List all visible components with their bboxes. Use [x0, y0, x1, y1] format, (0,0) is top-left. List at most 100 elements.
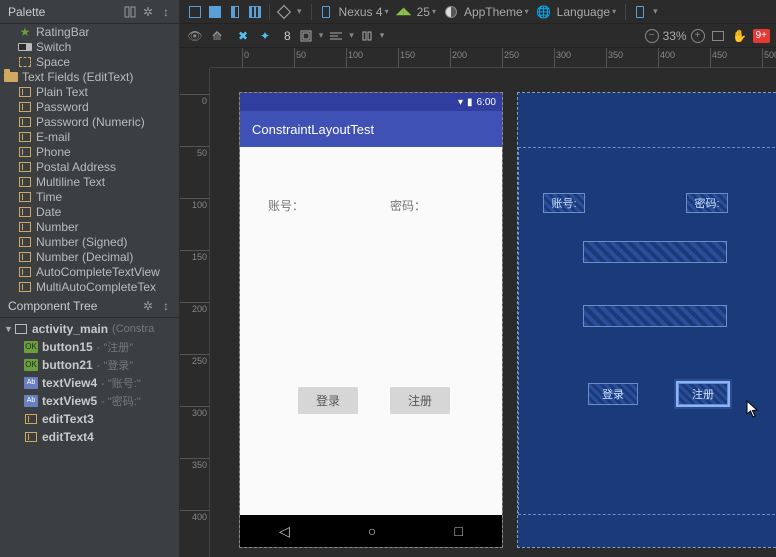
blueprint-surface-icon[interactable] — [206, 3, 224, 21]
edittext-icon — [18, 161, 32, 173]
tree-node-editText3[interactable]: editText3 — [0, 410, 179, 428]
switch-icon — [18, 41, 32, 53]
ok-icon: OK — [24, 341, 38, 353]
device-appbar: ConstraintLayoutTest — [240, 111, 502, 147]
tree-root[interactable]: ▼ activity_main (Constra — [0, 320, 179, 338]
gear-icon[interactable]: ✲ — [141, 299, 155, 313]
palette-item-label: Password — [36, 100, 89, 114]
palette-item-multiautocomplete[interactable]: MultiAutoCompleteTex — [0, 279, 179, 294]
ab-icon: Ab — [24, 395, 38, 407]
both-surface-icon[interactable] — [226, 3, 244, 21]
design-surface-icon[interactable] — [186, 3, 204, 21]
layout-icon — [14, 323, 28, 335]
bp-label-password[interactable]: 密码: — [686, 193, 728, 213]
zoom-out-icon[interactable]: − — [645, 29, 659, 43]
device-body[interactable]: 账号： 密码： 登录 注册 — [240, 147, 502, 515]
zoom-level[interactable]: 33% — [663, 29, 687, 43]
palette-item-label: Number (Signed) — [36, 235, 127, 249]
palette-item-switch[interactable]: Switch — [0, 39, 179, 54]
twisty-icon[interactable]: ▼ — [4, 324, 14, 334]
tree-label: editText4 — [42, 430, 94, 444]
palette-item-label: Plain Text — [36, 85, 88, 99]
palette-item-password[interactable]: Password — [0, 99, 179, 114]
tree-label: textView5 — [42, 394, 97, 408]
android-icon: ◢◣ — [395, 3, 413, 21]
palette-item-number[interactable]: Number — [0, 219, 179, 234]
device-preview[interactable]: ▾ ▮ 6:00 ConstraintLayoutTest 账号： 密码： 登录… — [240, 93, 502, 547]
label-account[interactable]: 账号： — [268, 197, 304, 214]
edittext-icon — [24, 413, 38, 425]
theme-selector[interactable]: AppTheme▾ — [462, 5, 533, 19]
collapse-icon[interactable]: ↕ — [159, 299, 173, 313]
palette-view-icon[interactable] — [123, 5, 137, 19]
tree-label: activity_main — [32, 322, 108, 336]
nav-home-icon: ○ — [368, 523, 376, 539]
star-icon: ★ — [18, 26, 32, 38]
tree-note: (Constra — [112, 323, 154, 335]
palette-item-number-signed[interactable]: Number (Signed) — [0, 234, 179, 249]
api-selector[interactable]: 25▾ — [415, 5, 440, 19]
palette-item-label: Postal Address — [36, 160, 116, 174]
palette-item-label: Switch — [36, 40, 71, 54]
align-icon[interactable] — [327, 27, 345, 45]
margin-icon[interactable] — [297, 27, 315, 45]
tree-label: button21 — [42, 358, 93, 372]
edittext-icon — [18, 101, 32, 113]
palette-item-password-numeric[interactable]: Password (Numeric) — [0, 114, 179, 129]
palette-item-space[interactable]: Space — [0, 54, 179, 69]
edittext-icon — [18, 131, 32, 143]
pack-icon[interactable] — [358, 27, 376, 45]
tree-node-textView4[interactable]: AbtextView4- "账号:" — [0, 374, 179, 392]
palette-title: Palette — [8, 5, 45, 19]
nav-back-icon: ◁ — [279, 523, 290, 540]
magnet-icon[interactable]: ⟰ — [208, 27, 226, 45]
gear-icon[interactable]: ✲ — [141, 5, 155, 19]
palette-item-postal[interactable]: Postal Address — [0, 159, 179, 174]
register-button[interactable]: 注册 — [390, 387, 450, 414]
tree-node-editText4[interactable]: editText4 — [0, 428, 179, 446]
bp-edittext4[interactable] — [583, 305, 727, 327]
label-password[interactable]: 密码： — [390, 197, 426, 214]
orientation-icon[interactable] — [275, 3, 293, 21]
bp-label-account[interactable]: 账号: — [543, 193, 585, 213]
palette-item-email[interactable]: E-mail — [0, 129, 179, 144]
palette-item-phone[interactable]: Phone — [0, 144, 179, 159]
eye-icon[interactable]: 👁 — [186, 27, 204, 45]
wifi-icon: ▾ — [458, 97, 463, 108]
device-frame-icon[interactable] — [631, 3, 649, 21]
edittext-icon — [18, 206, 32, 218]
infer-constraints-icon[interactable]: ✦ — [256, 27, 274, 45]
device-selector[interactable]: Nexus 4▾ — [337, 5, 393, 19]
palette-item-plaintext[interactable]: Plain Text — [0, 84, 179, 99]
palette-item-ratingbar[interactable]: ★RatingBar — [0, 24, 179, 39]
ok-icon: OK — [24, 359, 38, 371]
layout-variants-icon[interactable] — [246, 3, 264, 21]
default-margin[interactable]: 8 — [282, 29, 293, 43]
login-button[interactable]: 登录 — [298, 387, 358, 414]
blueprint-view[interactable]: 账号: 密码: 登录 注册 — [518, 93, 776, 547]
pan-icon[interactable]: ✋ — [731, 27, 749, 45]
palette-item-autocomplete[interactable]: AutoCompleteTextView — [0, 264, 179, 279]
status-time: 6:00 — [477, 97, 496, 108]
palette-item-time[interactable]: Time — [0, 189, 179, 204]
design-canvas[interactable]: 050100150200250300350400450500 050100150… — [180, 48, 776, 557]
edittext-icon — [18, 281, 32, 293]
bp-login-button[interactable]: 登录 — [588, 383, 638, 405]
palette-item-multiline[interactable]: Multiline Text — [0, 174, 179, 189]
language-selector[interactable]: Language▾ — [555, 5, 620, 19]
palette-item-group-textfields[interactable]: Text Fields (EditText) — [0, 69, 179, 84]
tree-node-button21[interactable]: OKbutton21- "登录" — [0, 356, 179, 374]
tree-node-textView5[interactable]: AbtextView5- "密码:" — [0, 392, 179, 410]
palette-item-number-decimal[interactable]: Number (Decimal) — [0, 249, 179, 264]
tree-note: - "账号:" — [101, 375, 141, 391]
warnings-badge[interactable]: 9+ — [753, 29, 770, 43]
bp-edittext3[interactable] — [583, 241, 727, 263]
clear-constraints-icon[interactable]: ✖ — [234, 27, 252, 45]
device-icon[interactable] — [317, 3, 335, 21]
zoom-fit-icon[interactable] — [709, 27, 727, 45]
bp-register-button[interactable]: 注册 — [678, 383, 728, 405]
collapse-icon[interactable]: ↕ — [159, 5, 173, 19]
tree-node-button15[interactable]: OKbutton15- "注册" — [0, 338, 179, 356]
palette-item-date[interactable]: Date — [0, 204, 179, 219]
zoom-in-icon[interactable]: + — [691, 29, 705, 43]
